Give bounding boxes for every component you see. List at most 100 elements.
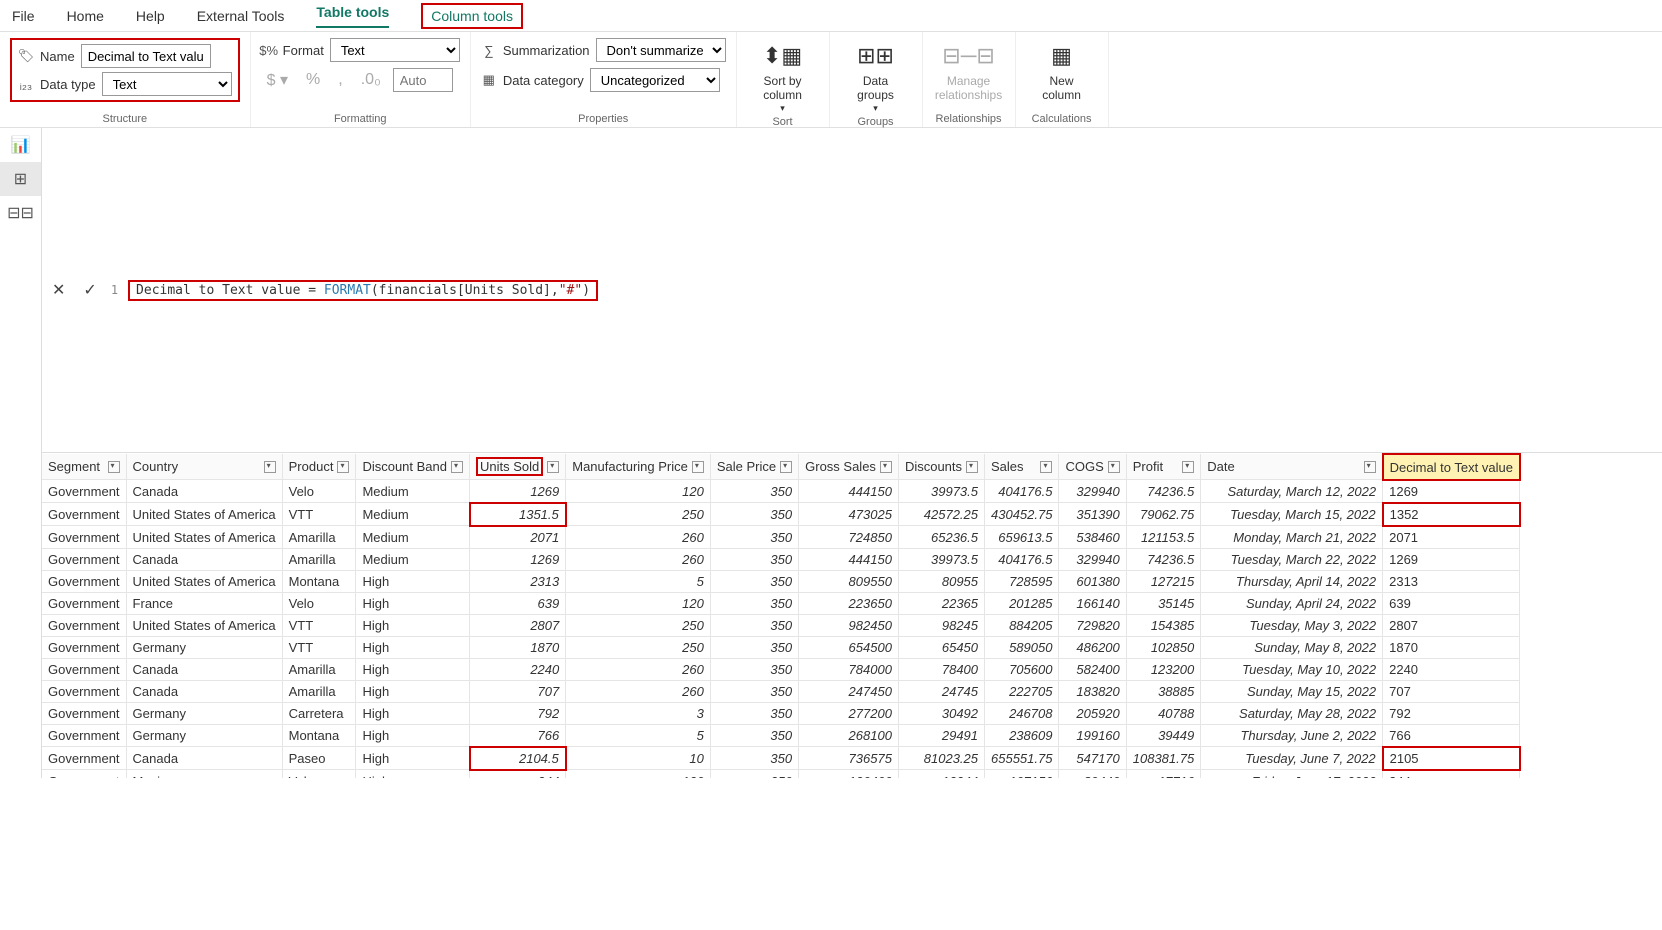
cell[interactable]: 74236.5 (1126, 480, 1200, 503)
cell[interactable]: Montana (282, 570, 356, 592)
cell[interactable]: 547170 (1059, 747, 1126, 770)
cell[interactable]: 260 (566, 526, 711, 549)
cell[interactable]: United States of America (126, 526, 282, 549)
cell[interactable]: Amarilla (282, 548, 356, 570)
cell[interactable]: Saturday, March 12, 2022 (1201, 480, 1383, 503)
cell[interactable]: Velo (282, 770, 356, 778)
column-header[interactable]: Sale Price (710, 454, 798, 480)
cell[interactable]: 154385 (1126, 614, 1200, 636)
tab-home[interactable]: Home (67, 8, 104, 24)
cell[interactable]: Government (42, 770, 126, 778)
table-row[interactable]: GovernmentGermanyCarreteraHigh7923350277… (42, 702, 1520, 724)
column-header[interactable]: Discount Band (356, 454, 470, 480)
cell[interactable]: 728595 (985, 570, 1059, 592)
column-header[interactable]: Units Sold (470, 454, 566, 480)
cell[interactable]: Medium (356, 526, 470, 549)
cell[interactable]: 350 (710, 614, 798, 636)
cell[interactable]: 430452.75 (985, 503, 1059, 526)
formula-input[interactable]: Decimal to Text value = FORMAT(financial… (128, 280, 598, 301)
category-select[interactable]: Uncategorized (590, 68, 720, 92)
cell[interactable]: Montana (282, 724, 356, 747)
cell[interactable]: VTT (282, 614, 356, 636)
filter-dropdown-icon[interactable] (451, 461, 463, 473)
column-header[interactable]: Date (1201, 454, 1383, 480)
cell[interactable]: Government (42, 747, 126, 770)
cell[interactable]: 1269 (1383, 480, 1520, 503)
tab-table-tools[interactable]: Table tools (316, 4, 389, 28)
cell[interactable]: 166140 (1059, 592, 1126, 614)
cell[interactable]: 707 (470, 680, 566, 702)
cell[interactable]: 247450 (799, 680, 899, 702)
column-header[interactable]: Segment (42, 454, 126, 480)
cell[interactable]: 2240 (1383, 658, 1520, 680)
cell[interactable]: 1269 (470, 548, 566, 570)
cell[interactable]: Mexico (126, 770, 282, 778)
cell[interactable]: Government (42, 526, 126, 549)
cell[interactable]: Germany (126, 636, 282, 658)
cell[interactable]: Canada (126, 658, 282, 680)
cell[interactable]: Canada (126, 480, 282, 503)
cell[interactable]: Government (42, 480, 126, 503)
cell[interactable]: 792 (1383, 702, 1520, 724)
table-row[interactable]: GovernmentCanadaAmarillaHigh224026035078… (42, 658, 1520, 680)
cell[interactable]: 65450 (898, 636, 984, 658)
cell[interactable]: 582400 (1059, 658, 1126, 680)
cell[interactable]: 39973.5 (898, 548, 984, 570)
cell[interactable]: 639 (470, 592, 566, 614)
cell[interactable]: Tuesday, June 7, 2022 (1201, 747, 1383, 770)
cell[interactable]: 260 (566, 658, 711, 680)
table-row[interactable]: GovernmentUnited States of AmericaMontan… (42, 570, 1520, 592)
cell[interactable]: 473025 (799, 503, 899, 526)
cell[interactable]: Velo (282, 480, 356, 503)
filter-dropdown-icon[interactable] (337, 461, 349, 473)
cell[interactable]: 736575 (799, 747, 899, 770)
column-header[interactable]: Decimal to Text value (1383, 454, 1520, 480)
summarization-select[interactable]: Don't summarize (596, 38, 726, 62)
cell[interactable]: Government (42, 503, 126, 526)
cell[interactable]: Government (42, 636, 126, 658)
filter-dropdown-icon[interactable] (1108, 461, 1120, 473)
cell[interactable]: High (356, 724, 470, 747)
cell[interactable]: 2807 (1383, 614, 1520, 636)
cell[interactable]: 344 (470, 770, 566, 778)
filter-dropdown-icon[interactable] (966, 461, 978, 473)
cell[interactable]: 39449 (1126, 724, 1200, 747)
cell[interactable]: 1351.5 (470, 503, 566, 526)
filter-dropdown-icon[interactable] (880, 461, 892, 473)
cell[interactable]: Canada (126, 680, 282, 702)
cell[interactable]: 222705 (985, 680, 1059, 702)
cell[interactable]: 2104.5 (470, 747, 566, 770)
decimal-places-input[interactable] (393, 68, 453, 92)
cell[interactable]: Germany (126, 724, 282, 747)
table-row[interactable]: GovernmentFranceVeloHigh6391203502236502… (42, 592, 1520, 614)
cell[interactable]: 2313 (1383, 570, 1520, 592)
cell[interactable]: 350 (710, 747, 798, 770)
cell[interactable]: 350 (710, 592, 798, 614)
cell[interactable]: Amarilla (282, 658, 356, 680)
cell[interactable]: 766 (470, 724, 566, 747)
data-groups-button[interactable]: ⊞⊞ Data groups ▾ (840, 38, 912, 114)
cell[interactable]: 42572.25 (898, 503, 984, 526)
cell[interactable]: Sunday, May 15, 2022 (1201, 680, 1383, 702)
report-view-icon[interactable]: 📊 (0, 128, 41, 162)
cell[interactable]: 98245 (898, 614, 984, 636)
cell[interactable]: VTT (282, 503, 356, 526)
cell[interactable]: 81023.25 (898, 747, 984, 770)
cell[interactable]: Carretera (282, 702, 356, 724)
cell[interactable]: 404176.5 (985, 548, 1059, 570)
cell[interactable]: 107156 (985, 770, 1059, 778)
cell[interactable]: 884205 (985, 614, 1059, 636)
column-header[interactable]: COGS (1059, 454, 1126, 480)
table-row[interactable]: GovernmentCanadaAmarillaMedium1269260350… (42, 548, 1520, 570)
cell[interactable]: 329940 (1059, 548, 1126, 570)
table-row[interactable]: GovernmentUnited States of AmericaAmaril… (42, 526, 1520, 549)
filter-dropdown-icon[interactable] (547, 461, 559, 473)
name-input[interactable] (81, 44, 211, 68)
filter-dropdown-icon[interactable] (1040, 461, 1052, 473)
column-header[interactable]: Manufacturing Price (566, 454, 711, 480)
cell[interactable]: High (356, 636, 470, 658)
data-grid[interactable]: SegmentCountryProductDiscount BandUnits … (42, 453, 1662, 777)
cell[interactable]: VTT (282, 636, 356, 658)
cell[interactable]: Canada (126, 548, 282, 570)
cell[interactable]: 766 (1383, 724, 1520, 747)
